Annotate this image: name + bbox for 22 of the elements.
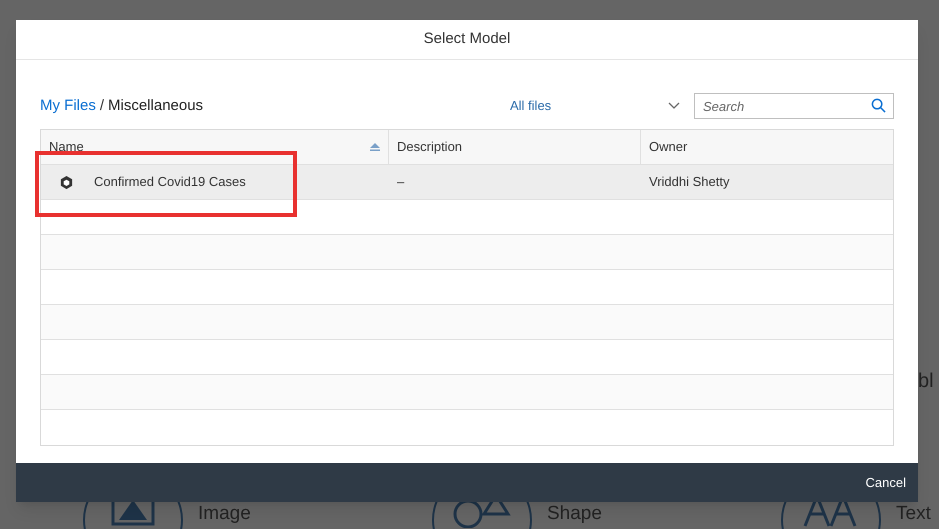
- filter-dropdown[interactable]: All files: [510, 96, 680, 116]
- hexagon-cube-icon: [59, 174, 74, 190]
- chevron-down-icon: [668, 102, 680, 110]
- tile-label: Shape: [547, 503, 602, 525]
- side-text: bl: [918, 369, 934, 394]
- search-icon: [871, 98, 886, 113]
- column-header[interactable]: Owner: [641, 130, 893, 164]
- table-cell-text: –: [397, 173, 404, 192]
- tile-label: Image: [198, 503, 251, 525]
- tile-label: Text: [896, 503, 931, 525]
- column-header[interactable]: Name: [41, 130, 389, 164]
- table-row[interactable]: Confirmed Covid19 Cases – Vriddhi Shetty: [41, 165, 893, 200]
- search-field[interactable]: Search: [694, 93, 894, 119]
- column-header[interactable]: Description: [389, 130, 641, 164]
- table-cell-text: Vriddhi Shetty: [649, 173, 730, 192]
- dialog-title: Select Model: [424, 29, 510, 50]
- sort-ascending-icon: [370, 143, 380, 151]
- table-cell-text: Confirmed Covid19 Cases: [94, 173, 246, 192]
- breadcrumb-current: Miscellaneous: [108, 96, 204, 116]
- breadcrumb-link[interactable]: My Files: [40, 94, 96, 118]
- breadcrumb-separator: /: [100, 96, 104, 116]
- cancel-button[interactable]: Cancel: [864, 472, 908, 492]
